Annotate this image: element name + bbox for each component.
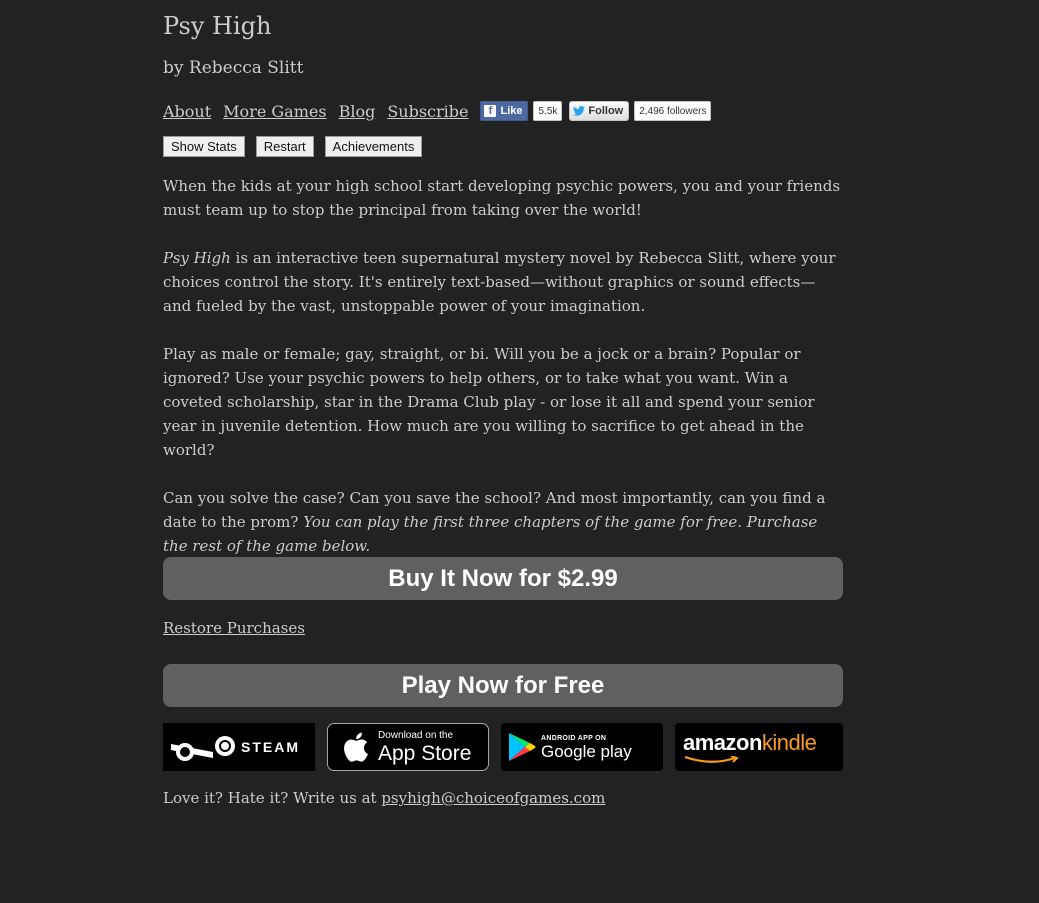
story-paragraph-2: Psy High is an interactive teen supernat… (163, 246, 843, 318)
author-byline: by Rebecca Slitt (163, 58, 304, 78)
twitter-follow-label: Follow (588, 105, 624, 117)
footer-text: Love it? Hate it? Write us at (163, 789, 382, 807)
achievements-button[interactable]: Achievements (324, 136, 423, 157)
steam-badge[interactable]: STEAM (163, 723, 315, 771)
restore-purchases-link[interactable]: Restore Purchases (163, 619, 305, 637)
nav-link-about[interactable]: About (163, 102, 211, 121)
apple-icon (344, 732, 368, 762)
game-title-italic: Psy High (163, 249, 231, 267)
app-store-bottom-text: App Store (378, 741, 472, 765)
nav-bar: About More Games Blog Subscribe f Like 5… (163, 98, 712, 124)
restart-button[interactable]: Restart (255, 136, 314, 157)
google-play-bottom-text: Google play (541, 741, 632, 761)
nav-link-blog[interactable]: Blog (339, 102, 376, 121)
amazon-kindle-badge[interactable]: amazonkindle (675, 723, 843, 771)
buy-now-button[interactable]: Buy It Now for $2.99 (163, 557, 843, 600)
facebook-icon: f (484, 105, 497, 117)
story-paragraph-1: When the kids at your high school start … (163, 177, 841, 219)
google-play-top-text: ANDROID APP ON (541, 734, 607, 742)
contact-email-link[interactable]: psyhigh@choiceofgames.com (381, 789, 605, 807)
steam-label: STEAM (241, 739, 300, 755)
story-text: When the kids at your high school start … (163, 174, 843, 582)
google-play-badge[interactable]: ANDROID APP ON Google play (501, 723, 663, 771)
facebook-like-count: 5.5k (533, 101, 563, 121)
amazon-kindle-wordmark: amazonkindle (683, 730, 817, 756)
twitter-follower-count: 2,496 followers (634, 101, 712, 121)
nav-link-subscribe[interactable]: Subscribe (387, 102, 468, 121)
steam-logo-icon (171, 736, 235, 761)
google-play-icon (509, 733, 536, 761)
twitter-bird-icon (573, 106, 586, 116)
show-stats-button[interactable]: Show Stats (163, 136, 245, 157)
amazon-label: amazon (683, 730, 762, 755)
store-badges: STEAM Download on the App Store ANDROID … (163, 723, 855, 771)
facebook-like-button[interactable]: f Like (480, 101, 529, 121)
page-title: Psy High (163, 12, 272, 40)
story-paragraph-3: Play as male or female; gay, straight, o… (163, 345, 815, 459)
app-store-badge[interactable]: Download on the App Store (327, 723, 489, 771)
twitter-follow-button[interactable]: Follow (569, 101, 630, 121)
kindle-label: kindle (761, 730, 817, 755)
nav-link-more-games[interactable]: More Games (223, 102, 326, 121)
amazon-smile-icon (684, 756, 739, 763)
game-toolbar: Show Stats Restart Achievements (163, 136, 433, 157)
social-buttons: f Like 5.5k Follow 2,496 followers (480, 101, 712, 121)
app-store-top-text: Download on the (378, 729, 454, 741)
footer-contact: Love it? Hate it? Write us at psyhigh@ch… (163, 789, 605, 807)
story-paragraph-2-text: is an interactive teen supernatural myst… (163, 249, 836, 315)
story-paragraph-4: Can you solve the case? Can you save the… (163, 486, 843, 558)
play-free-button[interactable]: Play Now for Free (163, 664, 843, 707)
facebook-like-label: Like (500, 105, 523, 117)
